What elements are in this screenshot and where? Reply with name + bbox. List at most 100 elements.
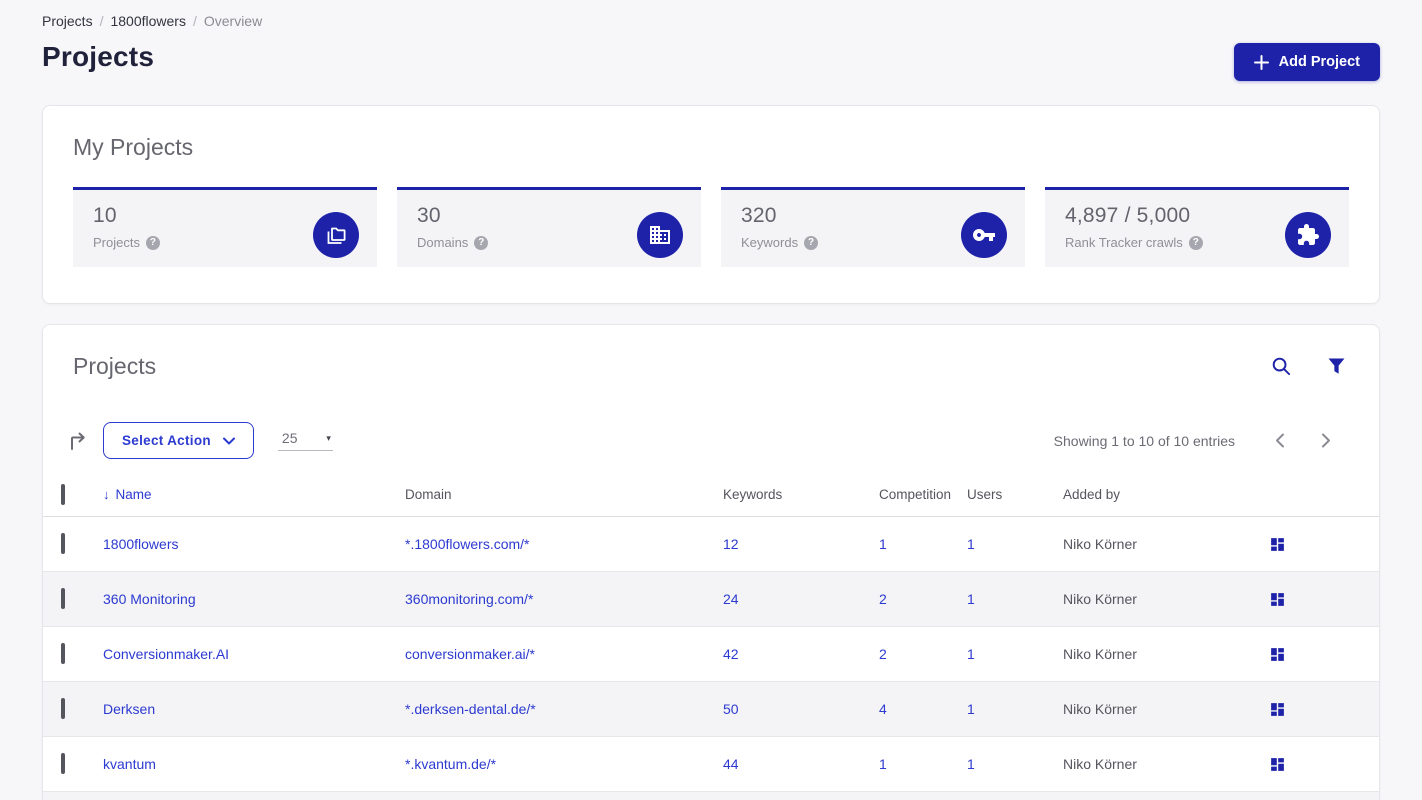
project-competition-value[interactable]: 2 bbox=[879, 591, 967, 607]
row-checkbox[interactable] bbox=[61, 533, 65, 554]
table-row[interactable]: 360 Monitoring 360monitoring.com/* 24 2 … bbox=[43, 572, 1379, 627]
help-icon[interactable]: ? bbox=[145, 235, 160, 250]
project-competition-value[interactable]: 4 bbox=[879, 701, 967, 717]
page-size-select[interactable]: 25 ▾ bbox=[277, 430, 333, 451]
stats-grid: 10 Projects ? 30 Domains ? 320 Keywords bbox=[73, 187, 1349, 267]
projects-panel-header: Projects bbox=[43, 353, 1379, 380]
project-competition-value[interactable]: 1 bbox=[879, 536, 967, 552]
project-name-link[interactable]: 1800flowers bbox=[103, 536, 405, 552]
stat-card[interactable]: 30 Domains ? bbox=[397, 187, 701, 267]
project-competition-value[interactable]: 2 bbox=[879, 646, 967, 662]
project-domain-link[interactable]: *.derksen-dental.de/* bbox=[405, 701, 723, 717]
breadcrumb-separator: / bbox=[99, 13, 104, 29]
page-root: Projects / 1800flowers / Overview Projects A… bbox=[0, 0, 1422, 800]
next-page-button[interactable] bbox=[1303, 427, 1349, 454]
filter-icon bbox=[1328, 358, 1345, 374]
table-header-row: ↓ Name Domain Keywords Competition Users … bbox=[43, 473, 1379, 517]
column-header-name[interactable]: ↓ Name bbox=[103, 487, 405, 502]
stat-value: 320 bbox=[741, 204, 777, 227]
project-name-link[interactable]: Derksen bbox=[103, 701, 405, 717]
project-users-value[interactable]: 1 bbox=[967, 756, 1063, 772]
projects-table: ↓ Name Domain Keywords Competition Users … bbox=[43, 473, 1379, 800]
chevron-down-icon bbox=[222, 437, 235, 444]
row-checkbox[interactable] bbox=[61, 753, 65, 774]
dashboard-icon bbox=[1269, 701, 1286, 718]
project-domain-link[interactable]: *.kvantum.de/* bbox=[405, 756, 723, 772]
page-title: Projects bbox=[42, 41, 155, 72]
my-projects-card: My Projects 10 Projects ? 30 Domains ? 3… bbox=[42, 105, 1380, 304]
project-users-value[interactable]: 1 bbox=[967, 591, 1063, 607]
project-keywords-value[interactable]: 44 bbox=[723, 756, 879, 772]
showing-entries-text: Showing 1 to 10 of 10 entries bbox=[1053, 432, 1235, 449]
add-project-button[interactable]: Add Project bbox=[1233, 43, 1380, 81]
projects-panel-title: Projects bbox=[73, 353, 157, 379]
pagination bbox=[1257, 427, 1349, 454]
table-row[interactable]: Derksen *.derksen-dental.de/* 50 4 1 Nik… bbox=[43, 682, 1379, 737]
sort-descending-icon: ↓ bbox=[103, 487, 110, 502]
project-keywords-value[interactable]: 50 bbox=[723, 701, 879, 717]
breadcrumb-overview: Overview bbox=[203, 13, 263, 29]
row-checkbox[interactable] bbox=[61, 698, 65, 719]
row-checkbox[interactable] bbox=[61, 588, 65, 609]
help-icon[interactable]: ? bbox=[1188, 235, 1203, 250]
project-keywords-value[interactable]: 12 bbox=[723, 536, 879, 552]
key-icon bbox=[972, 223, 996, 247]
project-domain-link[interactable]: *.1800flowers.com/* bbox=[405, 536, 723, 552]
chevron-left-icon bbox=[1276, 433, 1284, 448]
puzzle-icon bbox=[1296, 223, 1320, 247]
open-dashboard-button[interactable] bbox=[1267, 644, 1288, 665]
select-all-checkbox[interactable] bbox=[61, 483, 65, 505]
project-competition-value[interactable]: 1 bbox=[879, 756, 967, 772]
column-header-domain[interactable]: Domain bbox=[405, 487, 723, 502]
table-row-partial bbox=[43, 792, 1379, 800]
select-action-dropdown[interactable]: Select Action bbox=[103, 422, 254, 459]
column-header-competition[interactable]: Competition bbox=[879, 487, 967, 502]
open-dashboard-button[interactable] bbox=[1267, 754, 1288, 775]
open-dashboard-button[interactable] bbox=[1267, 699, 1288, 720]
project-added-by: Niko Körner bbox=[1063, 756, 1137, 772]
project-added-by: Niko Körner bbox=[1063, 591, 1137, 607]
help-icon[interactable]: ? bbox=[474, 235, 489, 250]
select-action-label: Select Action bbox=[122, 433, 211, 448]
project-name-link[interactable]: kvantum bbox=[103, 756, 405, 772]
stat-icon-bubble bbox=[961, 212, 1007, 258]
project-name-link[interactable]: 360 Monitoring bbox=[103, 591, 405, 607]
table-row[interactable]: kvantum *.kvantum.de/* 44 1 1 Niko Körne… bbox=[43, 737, 1379, 792]
projects-stack-icon bbox=[324, 223, 348, 247]
stat-card[interactable]: 10 Projects ? bbox=[73, 187, 377, 267]
breadcrumb-projects[interactable]: Projects bbox=[42, 13, 93, 29]
project-users-value[interactable]: 1 bbox=[967, 536, 1063, 552]
share-arrow-icon bbox=[71, 432, 85, 450]
column-header-keywords[interactable]: Keywords bbox=[723, 487, 879, 502]
column-header-added-by[interactable]: Added by bbox=[1063, 487, 1263, 502]
project-keywords-value[interactable]: 42 bbox=[723, 646, 879, 662]
stat-card[interactable]: 320 Keywords ? bbox=[721, 187, 1025, 267]
search-icon bbox=[1272, 357, 1291, 376]
project-domain-link[interactable]: 360monitoring.com/* bbox=[405, 591, 723, 607]
open-dashboard-button[interactable] bbox=[1267, 589, 1288, 610]
dashboard-icon bbox=[1269, 591, 1286, 608]
export-share-button[interactable] bbox=[65, 428, 91, 454]
breadcrumb-1800flowers[interactable]: 1800flowers bbox=[110, 13, 186, 29]
project-domain-link[interactable]: conversionmaker.ai/* bbox=[405, 646, 723, 662]
stat-label: Keywords bbox=[741, 235, 799, 250]
stat-label: Projects bbox=[93, 235, 140, 250]
column-header-users[interactable]: Users bbox=[967, 487, 1063, 502]
filter-button[interactable] bbox=[1326, 356, 1347, 377]
dashboard-icon bbox=[1269, 646, 1286, 663]
chevron-right-icon bbox=[1322, 433, 1330, 448]
project-users-value[interactable]: 1 bbox=[967, 701, 1063, 717]
row-checkbox[interactable] bbox=[61, 643, 65, 664]
search-button[interactable] bbox=[1269, 354, 1294, 379]
previous-page-button[interactable] bbox=[1257, 427, 1303, 454]
table-row[interactable]: 1800flowers *.1800flowers.com/* 12 1 1 N… bbox=[43, 517, 1379, 572]
project-users-value[interactable]: 1 bbox=[967, 646, 1063, 662]
stat-card[interactable]: 4,897 / 5,000 Rank Tracker crawls ? bbox=[1045, 187, 1349, 267]
table-row[interactable]: Conversionmaker.AI conversionmaker.ai/* … bbox=[43, 627, 1379, 682]
breadcrumb: Projects / 1800flowers / Overview bbox=[42, 13, 1380, 29]
open-dashboard-button[interactable] bbox=[1267, 534, 1288, 555]
project-name-link[interactable]: Conversionmaker.AI bbox=[103, 646, 405, 662]
help-icon[interactable]: ? bbox=[804, 235, 819, 250]
breadcrumb-separator: / bbox=[192, 13, 197, 29]
project-keywords-value[interactable]: 24 bbox=[723, 591, 879, 607]
